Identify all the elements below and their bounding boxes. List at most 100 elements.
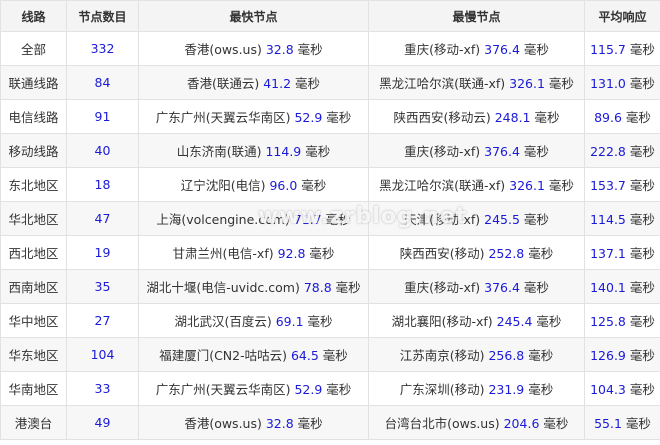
slowest-node-ms: 256.8 [488,348,525,363]
node-count-cell: 33 [66,371,139,406]
unit-label: 毫秒 [629,76,655,91]
slowest-node-cell: 重庆(移动-xf) 376.4 毫秒 [368,269,585,304]
table-row: 西北地区 19 甘肃兰州(电信-xf) 92.8 毫秒 陕西西安(移动) 252.8 … [0,235,660,270]
unit-label: 毫秒 [326,382,352,397]
average-ms: 222.8 [590,144,626,159]
fastest-node-cell: 辽宁沈阳(电信) 96.0 毫秒 [138,167,369,202]
table-row: 华东地区 104 福建厦门(CN2-咕咕云) 64.5 毫秒 江苏南京(移动) 256… [0,337,660,372]
fastest-node-name: 香港(ows.us) [184,42,262,57]
route-cell: 移动线路 [0,133,67,168]
slowest-node-cell: 黑龙江哈尔滨(联通-xf) 326.1 毫秒 [368,65,585,100]
slowest-node-name: 台湾台北市(ows.us) [384,416,500,431]
slowest-node-cell: 江苏南京(移动) 256.8 毫秒 [368,337,585,372]
unit-label: 毫秒 [322,348,348,363]
slowest-node-ms: 204.6 [503,416,540,431]
average-response-cell: 126.9 毫秒 [584,337,660,372]
node-count-cell: 35 [66,269,139,304]
slowest-node-cell: 重庆(移动-xf) 376.4 毫秒 [368,133,585,168]
fastest-node-ms: 32.8 [265,416,294,431]
average-response-cell: 55.1 毫秒 [584,405,660,440]
route-cell: 华南地区 [0,371,67,406]
unit-label: 毫秒 [629,348,655,363]
unit-label: 毫秒 [523,212,549,227]
fastest-node-ms: 71.7 [293,212,322,227]
fastest-node-cell: 上海(volcengine.com) 71.7 毫秒 [138,201,369,236]
fastest-node-ms: 78.8 [303,280,332,295]
fastest-node-cell: 香港(ows.us) 32.8 毫秒 [138,405,369,440]
average-ms: 115.7 [590,42,626,57]
route-cell: 西南地区 [0,269,67,304]
fastest-node-ms: 32.8 [265,42,294,57]
unit-label: 毫秒 [629,178,655,193]
table-row: 联通线路 84 香港(联通云) 41.2 毫秒 黑龙江哈尔滨(联通-xf) 326.1… [0,65,660,100]
node-count-cell: 84 [66,65,139,100]
node-count-cell: 332 [66,31,139,66]
route-cell: 华东地区 [0,337,67,372]
slowest-node-ms: 376.4 [484,280,520,295]
average-response-cell: 140.1 毫秒 [584,269,660,304]
table-row: 电信线路 91 广东广州(天翼云华南区) 52.9 毫秒 陕西西安(移动云) 248.… [0,99,660,134]
unit-label: 毫秒 [301,178,327,193]
average-response-cell: 89.6 毫秒 [584,99,660,134]
average-ms: 140.1 [590,280,626,295]
route-cell: 港澳台 [0,405,67,440]
fastest-node-cell: 广东广州(天翼云华南区) 52.9 毫秒 [138,99,369,134]
header-route: 线路 [0,0,67,32]
header-fastest-node: 最快节点 [138,0,369,32]
route-cell: 电信线路 [0,99,67,134]
average-ms: 104.3 [590,382,626,397]
average-response-cell: 115.7 毫秒 [584,31,660,66]
unit-label: 毫秒 [625,416,651,431]
fastest-node-name: 山东济南(联通) [176,144,262,159]
slowest-node-name: 天津(移动-xf) [404,212,481,227]
slowest-node-name: 陕西西安(移动云) [393,110,491,125]
fastest-node-cell: 福建厦门(CN2-咕咕云) 64.5 毫秒 [138,337,369,372]
unit-label: 毫秒 [629,42,655,57]
slowest-node-cell: 广东深圳(移动) 231.9 毫秒 [368,371,585,406]
header-average-response: 平均响应 [584,0,660,32]
average-ms: 126.9 [590,348,626,363]
node-count-cell: 49 [66,405,139,440]
unit-label: 毫秒 [523,42,549,57]
table-row: 华中地区 27 湖北武汉(百度云) 69.1 毫秒 湖北襄阳(移动-xf) 245.4… [0,303,660,338]
average-ms: 89.6 [594,110,622,125]
node-count-cell: 40 [66,133,139,168]
unit-label: 毫秒 [305,144,331,159]
unit-label: 毫秒 [307,314,333,329]
slowest-node-ms: 248.1 [494,110,531,125]
fastest-node-ms: 41.2 [263,76,292,91]
fastest-node-name: 广东广州(天翼云华南区) [155,382,291,397]
unit-label: 毫秒 [309,246,335,261]
fastest-node-cell: 湖北武汉(百度云) 69.1 毫秒 [138,303,369,338]
unit-label: 毫秒 [297,42,323,57]
slowest-node-name: 湖北襄阳(移动-xf) [391,314,493,329]
table-row: 港澳台 49 香港(ows.us) 32.8 毫秒 台湾台北市(ows.us) 204… [0,405,660,440]
average-ms: 125.8 [590,314,626,329]
fastest-node-ms: 52.9 [294,110,323,125]
node-count-cell: 104 [66,337,139,372]
node-count-cell: 47 [66,201,139,236]
unit-label: 毫秒 [548,178,574,193]
header-node-count: 节点数目 [66,0,139,32]
latency-table-container: 线路 节点数目 最快节点 最慢节点 平均响应 全部 332 香港(ows.us) 3… [0,0,660,445]
unit-label: 毫秒 [523,144,549,159]
unit-label: 毫秒 [629,314,655,329]
node-count-cell: 27 [66,303,139,338]
slowest-node-ms: 245.5 [484,212,520,227]
table-row: 西南地区 35 湖北十堰(电信-uvidc.com) 78.8 毫秒 重庆(移动-xf… [0,269,660,304]
fastest-node-ms: 52.9 [294,382,323,397]
unit-label: 毫秒 [536,314,562,329]
average-response-cell: 131.0 毫秒 [584,65,660,100]
slowest-node-ms: 376.4 [484,42,520,57]
fastest-node-cell: 广东广州(天翼云华南区) 52.9 毫秒 [138,371,369,406]
slowest-node-cell: 黑龙江哈尔滨(联通-xf) 326.1 毫秒 [368,167,585,202]
unit-label: 毫秒 [528,382,554,397]
route-cell: 全部 [0,31,67,66]
table-body: 全部 332 香港(ows.us) 32.8 毫秒 重庆(移动-xf) 376.4 毫… [0,31,660,440]
average-response-cell: 125.8 毫秒 [584,303,660,338]
table-row: 全部 332 香港(ows.us) 32.8 毫秒 重庆(移动-xf) 376.4 毫… [0,31,660,66]
table-row: 东北地区 18 辽宁沈阳(电信) 96.0 毫秒 黑龙江哈尔滨(联通-xf) 326.… [0,167,660,202]
slowest-node-cell: 陕西西安(移动) 252.8 毫秒 [368,235,585,270]
unit-label: 毫秒 [295,76,321,91]
slowest-node-cell: 台湾台北市(ows.us) 204.6 毫秒 [368,405,585,440]
